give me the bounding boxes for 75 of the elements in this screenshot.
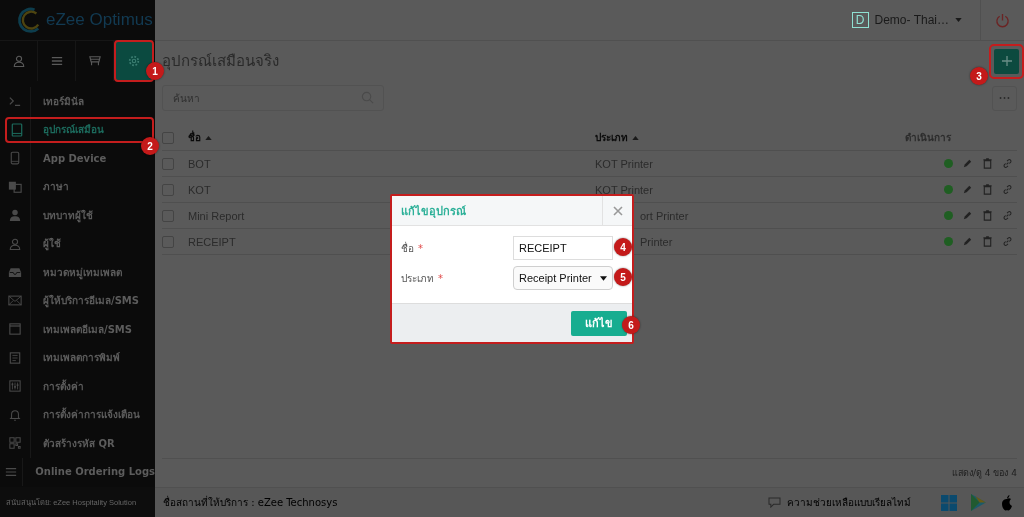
live-help-link[interactable]: ความช่วยเหลือแบบเรียลไทม์ [787, 495, 911, 510]
chat-icon [768, 497, 781, 508]
document-icon [9, 351, 21, 364]
edit-icon[interactable] [962, 236, 973, 247]
sidebar-tab[interactable] [115, 41, 153, 81]
dialog-title: แก้ไขอุปกรณ์ [400, 203, 466, 220]
apple-icon[interactable] [1000, 494, 1014, 511]
close-icon [612, 205, 623, 216]
step-marker: 1 [146, 62, 164, 80]
delete-icon[interactable] [982, 184, 993, 195]
name-field[interactable]: RECEIPT [513, 236, 613, 260]
user-icon [9, 237, 21, 250]
column-header[interactable]: ประเภท [595, 130, 628, 145]
sidebar-item[interactable]: Online Ordering Logs [0, 457, 155, 486]
edit-icon[interactable] [962, 158, 973, 169]
sidebar-item[interactable]: เทอร์มินัล [0, 87, 155, 116]
property-dropdown[interactable]: Demo- Thai… [874, 13, 949, 27]
property-initial: D [851, 12, 869, 28]
inbox-icon [8, 266, 22, 278]
step-marker: 2 [141, 137, 159, 155]
power-icon [995, 12, 1010, 28]
link-icon[interactable] [1002, 236, 1013, 247]
menu-icon [50, 55, 63, 67]
list-icon [5, 465, 18, 478]
link-icon[interactable] [1002, 158, 1013, 169]
qr-icon [9, 437, 21, 450]
required-mark: * [438, 272, 443, 284]
edit-icon[interactable] [962, 184, 973, 195]
terminal-icon [8, 95, 22, 108]
sort-icon [632, 135, 639, 140]
mail-icon [8, 295, 22, 307]
sidebar-item[interactable]: การตั้งค่า [0, 372, 155, 401]
sidebar-item[interactable]: ผู้ใช้ [0, 229, 155, 258]
link-icon[interactable] [1002, 184, 1013, 195]
step-marker: 3 [970, 67, 988, 85]
window-icon [9, 323, 21, 336]
add-button[interactable] [994, 48, 1019, 74]
save-button[interactable]: แก้ไข [571, 310, 627, 336]
provider-text: ชื่อสถานที่ให้บริการ : eZee Technosys [163, 495, 339, 510]
sliders-icon [9, 380, 21, 393]
edit-icon[interactable] [962, 210, 973, 221]
person-icon [9, 209, 21, 222]
phone-icon [10, 151, 20, 166]
sidebar-item[interactable]: ผู้ให้บริการอีเมล/SMS [0, 286, 155, 315]
sidebar-item[interactable]: การตั้งค่าการแจ้งเตือน [0, 400, 155, 429]
bell-icon [9, 408, 21, 421]
delete-icon[interactable] [982, 210, 993, 221]
sidebar-item[interactable]: ภาษา [0, 172, 155, 201]
caret-icon [955, 18, 962, 22]
more-button[interactable] [992, 85, 1017, 111]
plus-icon [1000, 55, 1013, 67]
column-header[interactable]: ชื่อ [188, 130, 201, 145]
windows-icon[interactable] [941, 494, 957, 511]
sidebar-item[interactable]: หมวดหมู่เทมเพลต [0, 258, 155, 287]
sidebar-item[interactable]: เทมเพลตการพิมพ์ [0, 343, 155, 372]
required-mark: * [418, 242, 423, 254]
user-icon [12, 55, 25, 67]
settings-icon [127, 55, 140, 67]
delete-icon[interactable] [982, 158, 993, 169]
play-store-icon[interactable] [971, 494, 986, 511]
language-icon [8, 179, 22, 194]
logo-text: eZee Optimus [46, 10, 153, 30]
step-marker: 6 [622, 316, 640, 334]
link-icon[interactable] [1002, 210, 1013, 221]
sort-icon [205, 135, 212, 140]
sidebar-item[interactable]: ตัวสร้างรหัส QR [0, 429, 155, 458]
caret-icon [600, 275, 607, 281]
cart-icon [88, 55, 101, 67]
sidebar-item[interactable]: เทมเพลตอีเมล/SMS [0, 315, 155, 344]
delete-icon[interactable] [982, 236, 993, 247]
type-select[interactable]: Receipt Printer [513, 266, 613, 290]
field-label: ชื่อ [401, 240, 414, 256]
field-label: ประเภท [401, 271, 434, 286]
sidebar-item[interactable]: บทบาทผู้ใช้ [0, 201, 155, 230]
tablet-icon [11, 122, 23, 137]
